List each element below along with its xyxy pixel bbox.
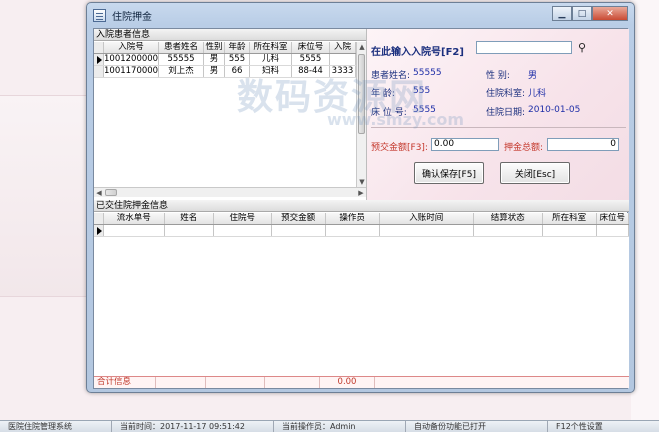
- status-operator: 当前操作员：Admin: [274, 421, 406, 432]
- prepay-amount-label: 预交金额[F3]:: [371, 143, 428, 153]
- patient-cell: 55555: [159, 54, 204, 65]
- window-title: 住院押金: [112, 11, 152, 23]
- patient-cell: 1001170000: [104, 66, 159, 77]
- history-cell[interactable]: [474, 225, 543, 236]
- search-label: 在此输入入院号[F2]: [371, 47, 464, 58]
- history-column-header[interactable]: 床位号: [597, 213, 629, 224]
- row-indicator: [94, 225, 104, 236]
- history-cell[interactable]: [543, 225, 597, 236]
- title-bar[interactable]: 住院押金 ▁ □ ✕: [87, 3, 634, 27]
- history-grid-header: 流水单号 姓名 住院号 预交金额 操作员 入账时间 结算状态 所在科室 床位号: [94, 213, 629, 225]
- history-total-label: 合计信息: [94, 377, 156, 388]
- history-new-row[interactable]: [94, 225, 629, 237]
- history-total-row: 合计信息 0.00: [94, 376, 629, 388]
- patients-column-header[interactable]: 患者姓名: [159, 42, 204, 53]
- background-right: [631, 0, 659, 420]
- admission-date-value: 2010-01-05: [528, 105, 581, 115]
- deposit-total-label: 押金总额:: [504, 143, 544, 153]
- row-indicator: [94, 54, 104, 65]
- patients-column-header[interactable]: 床位号: [292, 42, 330, 53]
- row-indicator: [94, 66, 104, 77]
- history-total-value: 0.00: [320, 377, 375, 388]
- status-system-name: 医院住院管理系统: [0, 421, 112, 432]
- patients-section-header: 入院患者信息: [94, 29, 366, 41]
- patient-cell: [330, 54, 356, 65]
- history-column-header[interactable]: 住院号: [214, 213, 272, 224]
- minimize-icon: ▁: [558, 8, 566, 19]
- patients-grid-header: 入院号 患者姓名 性别 年龄 所在科室 床位号 入院: [94, 42, 356, 54]
- history-grid[interactable]: 流水单号 姓名 住院号 预交金额 操作员 入账时间 结算状态 所在科室 床位号: [94, 213, 629, 376]
- current-row-icon: [97, 56, 102, 64]
- status-backup: 自动备份功能已打开: [406, 421, 548, 432]
- close-button[interactable]: 关闭[Esc]: [500, 162, 570, 184]
- history-column-header[interactable]: 结算状态: [474, 213, 543, 224]
- history-column-header[interactable]: 操作员: [326, 213, 380, 224]
- binoculars-icon[interactable]: ⚲: [578, 41, 586, 54]
- grid-indicator-header: [94, 42, 104, 53]
- window-app-icon: [93, 8, 106, 22]
- patient-row[interactable]: 1001200000 55555 男 555 儿科 5555: [94, 54, 356, 66]
- patients-horizontal-scrollbar[interactable]: ◀ ▶: [94, 187, 366, 197]
- current-row-icon: [97, 227, 102, 235]
- history-column-header[interactable]: 入账时间: [380, 213, 474, 224]
- history-total-spacer: [156, 377, 206, 388]
- history-section-header: 已交住院押金信息: [94, 200, 629, 212]
- maximize-button[interactable]: □: [572, 6, 592, 21]
- history-total-spacer: [375, 377, 629, 388]
- minimize-button[interactable]: ▁: [552, 6, 572, 21]
- history-cell[interactable]: [272, 225, 326, 236]
- history-column-header[interactable]: 姓名: [165, 213, 214, 224]
- history-column-header[interactable]: 流水单号: [104, 213, 165, 224]
- window-controls: ▁ □ ✕: [552, 6, 628, 21]
- status-current-time: 当前时间：2017-11-17 09:51:42: [112, 421, 274, 432]
- department-value: 儿科: [528, 89, 547, 99]
- history-cell[interactable]: [597, 225, 629, 236]
- prepay-amount-input[interactable]: 0.00: [431, 138, 499, 151]
- history-total-spacer: [265, 377, 320, 388]
- department-label: 住院科室:: [486, 89, 526, 99]
- patient-cell: 555: [225, 54, 250, 65]
- history-cell[interactable]: [380, 225, 474, 236]
- patients-column-header[interactable]: 所在科室: [250, 42, 292, 53]
- grid-indicator-header: [94, 213, 104, 224]
- deposit-total-field: 0: [547, 138, 619, 151]
- patients-column-header[interactable]: 性别: [204, 42, 225, 53]
- deposit-window: 住院押金 ▁ □ ✕ 入院患者信息 入院号 患者姓名 性别 年龄 所在科室 床位号 入院 10…: [86, 2, 635, 393]
- patients-column-header[interactable]: 年龄: [225, 42, 250, 53]
- status-bar: 医院住院管理系统 当前时间：2017-11-17 09:51:42 当前操作员：…: [0, 420, 659, 432]
- patient-cell: 儿科: [250, 54, 292, 65]
- history-total-spacer: [206, 377, 265, 388]
- patient-cell: 5555: [292, 54, 330, 65]
- confirm-save-button[interactable]: 确认保存[F5]: [414, 162, 484, 184]
- gender-label: 性 别:: [486, 71, 510, 81]
- maximize-icon: □: [577, 8, 587, 19]
- patient-cell: 刘上杰: [159, 66, 204, 77]
- scroll-left-icon[interactable]: ◀: [94, 188, 104, 198]
- scroll-right-icon[interactable]: ▶: [356, 188, 366, 198]
- admission-date-label: 住院日期:: [486, 108, 526, 118]
- patient-cell: 男: [204, 66, 225, 77]
- admission-number-input[interactable]: [476, 41, 572, 54]
- history-cell[interactable]: [326, 225, 380, 236]
- history-cell[interactable]: [165, 225, 214, 236]
- patient-cell: 1001200000: [104, 54, 159, 65]
- status-settings[interactable]: F12个性设置: [548, 421, 659, 432]
- history-cell[interactable]: [104, 225, 165, 236]
- history-column-header[interactable]: 预交金额: [272, 213, 326, 224]
- gender-value: 男: [528, 71, 538, 81]
- watermark-url: www.smzy.com: [327, 110, 465, 129]
- history-column-header[interactable]: 所在科室: [543, 213, 597, 224]
- patients-column-header[interactable]: 入院号: [104, 42, 159, 53]
- close-window-button[interactable]: ✕: [592, 6, 628, 21]
- history-cell[interactable]: [214, 225, 272, 236]
- patients-hscroll-thumb[interactable]: [105, 189, 117, 196]
- patient-cell: 男: [204, 54, 225, 65]
- patients-column-header[interactable]: 入院: [330, 42, 356, 53]
- close-icon: ✕: [606, 8, 614, 19]
